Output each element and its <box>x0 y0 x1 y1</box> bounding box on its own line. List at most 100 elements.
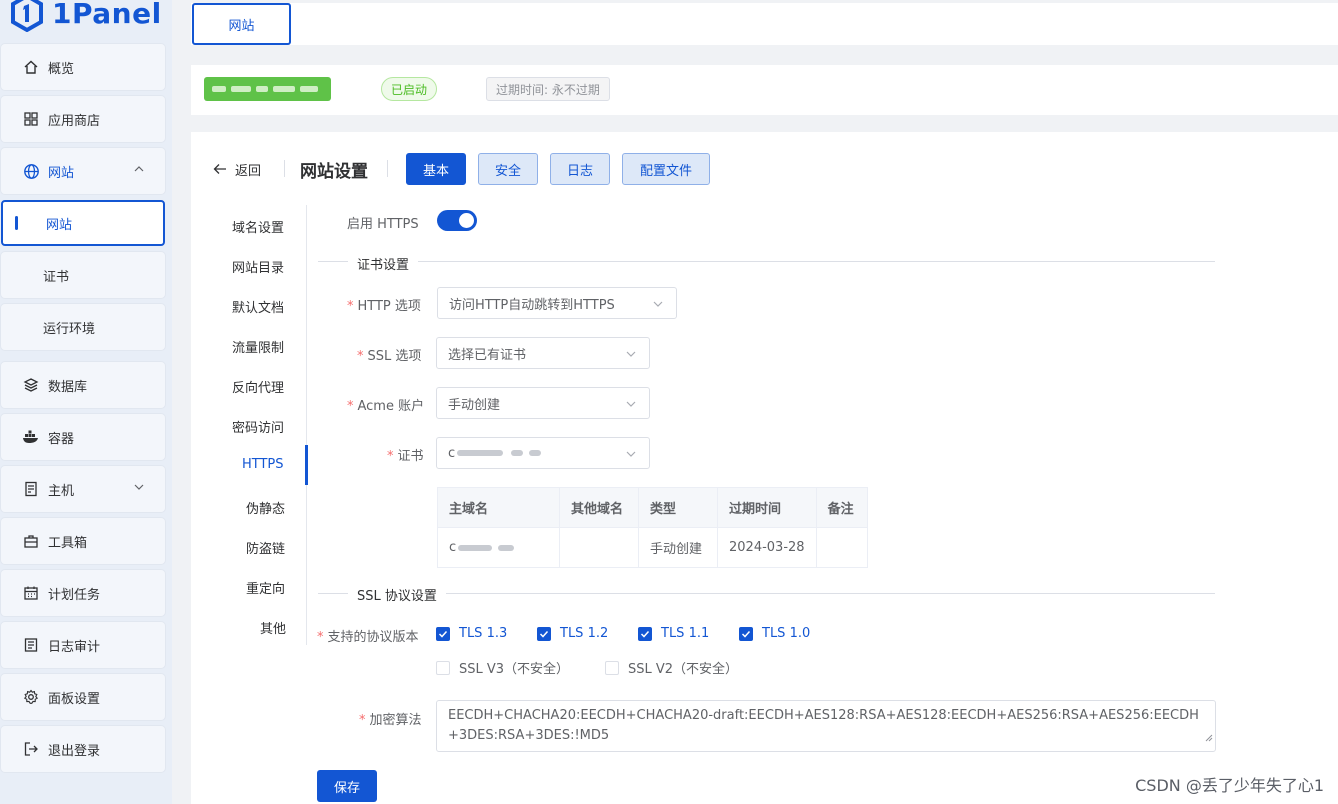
sidebar-item-label: 应用商店 <box>48 113 101 129</box>
tab-basic[interactable]: 基本 <box>406 153 466 185</box>
sidebar-item-label: 日志审计 <box>48 639 101 655</box>
sidebar-subitem-website[interactable]: 网站 <box>1 200 165 246</box>
sidebar-item-database[interactable]: 数据库 <box>1 362 165 408</box>
certificate-label: * 证书 <box>387 449 424 464</box>
ssl-option-select[interactable]: 选择已有证书 <box>436 337 650 369</box>
globe-icon <box>22 162 40 180</box>
certificate-select[interactable]: c <box>436 437 650 469</box>
table-cell-domain: c <box>437 527 560 568</box>
logo[interactable]: 1Panel <box>10 0 162 32</box>
logo-icon <box>11 0 43 32</box>
enable-https-label: 启用 HTTPS <box>347 217 419 232</box>
column-header: 其他域名 <box>559 487 639 528</box>
docker-icon <box>22 428 40 446</box>
divider <box>284 160 285 177</box>
checkbox-box <box>436 660 450 675</box>
submenu-reverse-proxy[interactable]: 反向代理 <box>232 377 1318 396</box>
blurred-text <box>498 544 515 551</box>
back-label: 返回 <box>235 163 262 179</box>
toolbox-icon <box>22 532 40 550</box>
chevron-down-icon <box>133 481 145 497</box>
cert-section-title: 证书设置 <box>348 254 419 273</box>
blurred-text <box>457 450 504 456</box>
tls13-checkbox[interactable]: TLS 1.3 <box>436 626 507 641</box>
column-header: 过期时间 <box>717 487 817 528</box>
checkbox-box <box>605 660 619 675</box>
divider <box>318 261 1215 262</box>
sidebar-item-label: 主机 <box>48 483 75 499</box>
check-icon <box>436 626 450 641</box>
layers-icon <box>22 376 40 394</box>
table-cell-expire: 2024-03-28 <box>717 527 817 568</box>
sidebar-item-label: 工具箱 <box>48 535 88 551</box>
sidebar-subitem-runtime[interactable]: 运行环境 <box>1 304 165 350</box>
expire-badge: 过期时间: 永不过期 <box>486 77 610 101</box>
chevron-down-icon <box>625 448 637 464</box>
enable-https-switch[interactable] <box>437 210 477 231</box>
back-button[interactable]: 返回 <box>213 160 262 179</box>
divider <box>387 160 388 177</box>
sidebar-item-container[interactable]: 容器 <box>1 414 165 460</box>
acme-account-label: * Acme 账户 <box>347 399 425 414</box>
tls12-checkbox[interactable]: TLS 1.2 <box>537 626 608 641</box>
logo-text: 1Panel <box>52 0 162 30</box>
http-option-select[interactable]: 访问HTTP自动跳转到HTTPS <box>437 287 677 319</box>
sidebar-item-label: 概览 <box>48 61 75 77</box>
table-cell-note <box>815 527 868 568</box>
table-header-row: 主域名 其他域名 类型 过期时间 备注 <box>437 487 868 528</box>
submenu-password-access[interactable]: 密码访问 <box>232 417 1318 436</box>
cipher-textarea[interactable]: EECDH+CHACHA20:EECDH+CHACHA20-draft:EECD… <box>436 700 1216 752</box>
tls10-checkbox[interactable]: TLS 1.0 <box>739 626 810 641</box>
http-option-label: * HTTP 选项 <box>347 299 421 314</box>
tab-website[interactable]: 网站 <box>192 3 291 45</box>
arrow-left-icon <box>213 164 226 174</box>
chevron-up-icon <box>133 163 145 179</box>
cipher-label: * 加密算法 <box>359 713 422 728</box>
sidebar-item-overview[interactable]: 概览 <box>1 44 165 90</box>
grid-icon <box>22 110 40 128</box>
resize-handle-icon[interactable] <box>1205 729 1213 749</box>
server-icon <box>22 480 40 498</box>
acme-account-select[interactable]: 手动创建 <box>436 387 650 419</box>
column-header: 备注 <box>815 487 868 528</box>
sidebar-item-label: 面板设置 <box>48 691 101 707</box>
status-badge: 已启动 <box>381 77 437 101</box>
chevron-down-icon <box>625 398 637 414</box>
protocol-section-title: SSL 协议设置 <box>348 585 446 604</box>
sidebar-item-website[interactable]: 网站 <box>1 148 165 194</box>
save-button[interactable]: 保存 <box>317 770 377 802</box>
sidebar-item-label: 网站 <box>46 217 73 233</box>
sidebar-item-appstore[interactable]: 应用商店 <box>1 96 165 142</box>
tab-config-file[interactable]: 配置文件 <box>622 153 710 185</box>
sidebar-subitem-certificate[interactable]: 证书 <box>1 252 165 298</box>
tab-security[interactable]: 安全 <box>478 153 538 185</box>
sslv2-checkbox[interactable]: SSL V2（不安全） <box>605 658 738 677</box>
protocol-label: * 支持的协议版本 <box>317 630 419 645</box>
log-icon <box>22 636 40 654</box>
sidebar-item-logout[interactable]: 退出登录 <box>1 726 165 772</box>
check-icon <box>739 626 753 641</box>
chevron-down-icon <box>652 298 664 314</box>
ssl-option-label: * SSL 选项 <box>357 349 422 364</box>
certificate-table: 主域名 其他域名 类型 过期时间 备注 c 手动创建 2024-03-28 <box>437 487 868 568</box>
logout-icon <box>22 740 40 758</box>
table-row[interactable]: c 手动创建 2024-03-28 <box>437 527 868 568</box>
tls11-checkbox[interactable]: TLS 1.1 <box>638 626 709 641</box>
tab-logs[interactable]: 日志 <box>550 153 610 185</box>
tab-bar: 网站 <box>191 3 1338 45</box>
sidebar-item-host[interactable]: 主机 <box>1 466 165 512</box>
sidebar-item-toolbox[interactable]: 工具箱 <box>1 518 165 564</box>
sidebar-item-logs[interactable]: 日志审计 <box>1 622 165 668</box>
site-info-bar: 已启动 过期时间: 永不过期 <box>191 65 1338 115</box>
table-cell-other <box>559 527 639 568</box>
check-icon <box>638 626 652 641</box>
column-header: 类型 <box>638 487 718 528</box>
sidebar-item-settings[interactable]: 面板设置 <box>1 674 165 720</box>
site-name-badge[interactable] <box>204 77 331 101</box>
sidebar-item-label: 退出登录 <box>48 743 101 759</box>
sidebar-item-cron[interactable]: 计划任务 <box>1 570 165 616</box>
page-title: 网站设置 <box>300 162 368 182</box>
gear-icon <box>22 688 40 706</box>
sslv3-checkbox[interactable]: SSL V3（不安全） <box>436 658 569 677</box>
divider <box>318 593 1215 594</box>
